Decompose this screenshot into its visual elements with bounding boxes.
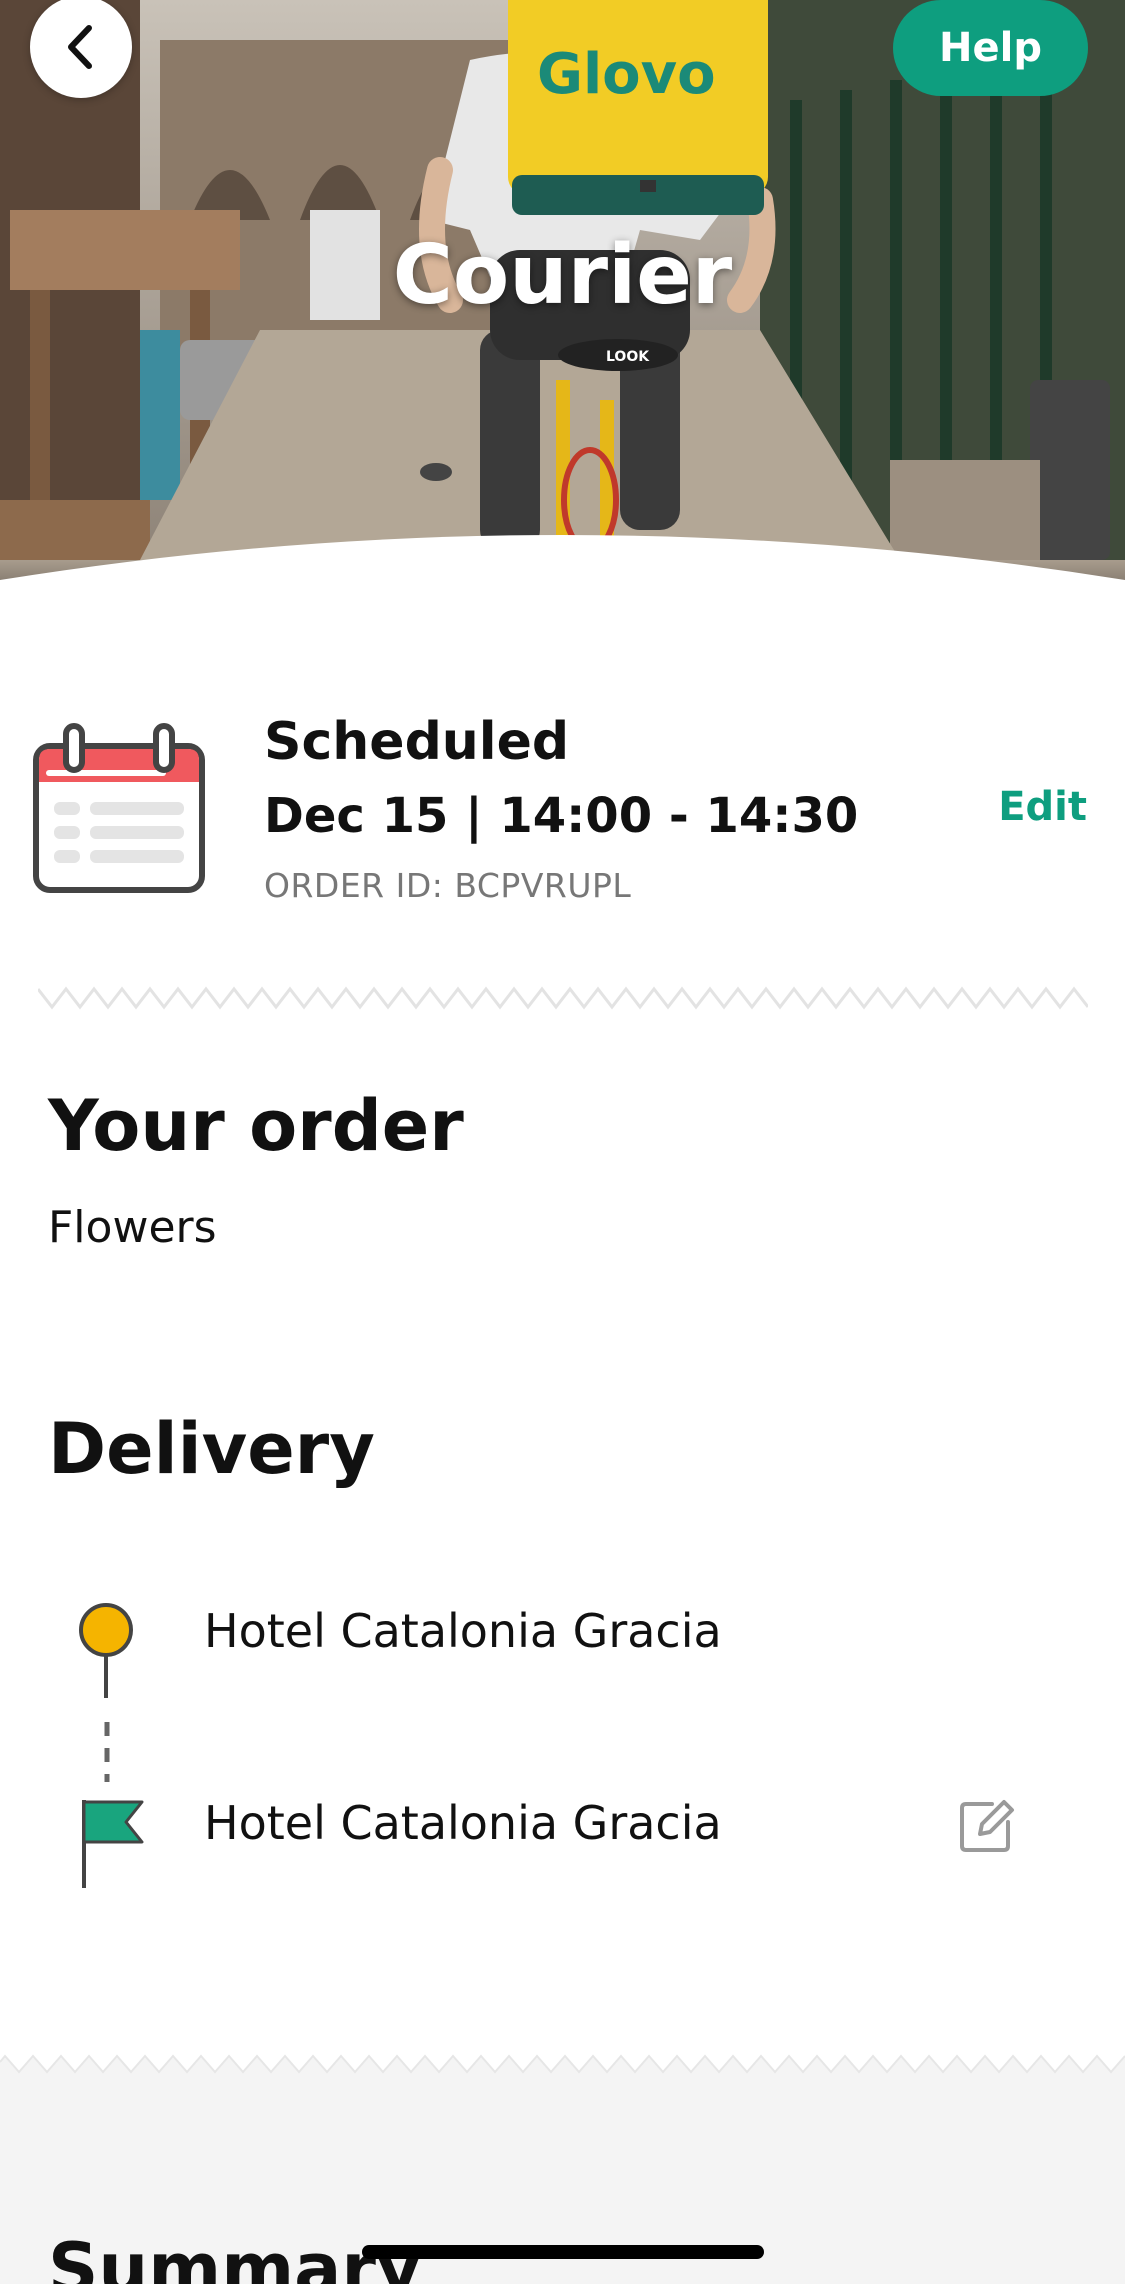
home-indicator[interactable] (362, 2245, 764, 2259)
pickup-address: Hotel Catalonia Gracia (204, 1604, 722, 1658)
schedule-time: Dec 15 | 14:00 - 14:30 (264, 788, 859, 844)
edit-schedule-link[interactable]: Edit (998, 784, 1087, 830)
route-connector (104, 1722, 110, 1782)
edit-icon[interactable] (958, 1796, 1016, 1854)
pin-icon (79, 1603, 133, 1698)
order-id: ORDER ID: BCPVRUPL (264, 866, 632, 905)
zigzag-divider (38, 986, 1088, 1010)
delivery-heading: Delivery (48, 1408, 375, 1490)
page-title: Courier (392, 228, 733, 323)
schedule-status: Scheduled (264, 712, 570, 772)
order-item: Flowers (48, 1202, 217, 1253)
flag-icon (82, 1800, 144, 1888)
order-heading: Your order (48, 1085, 464, 1167)
dropoff-address[interactable]: Hotel Catalonia Gracia (204, 1796, 722, 1850)
help-button[interactable]: Help (893, 0, 1088, 96)
back-button[interactable] (30, 0, 132, 98)
chevron-left-icon (68, 25, 92, 69)
summary-zigzag-edge (0, 2052, 1125, 2074)
calendar-icon (33, 723, 205, 893)
